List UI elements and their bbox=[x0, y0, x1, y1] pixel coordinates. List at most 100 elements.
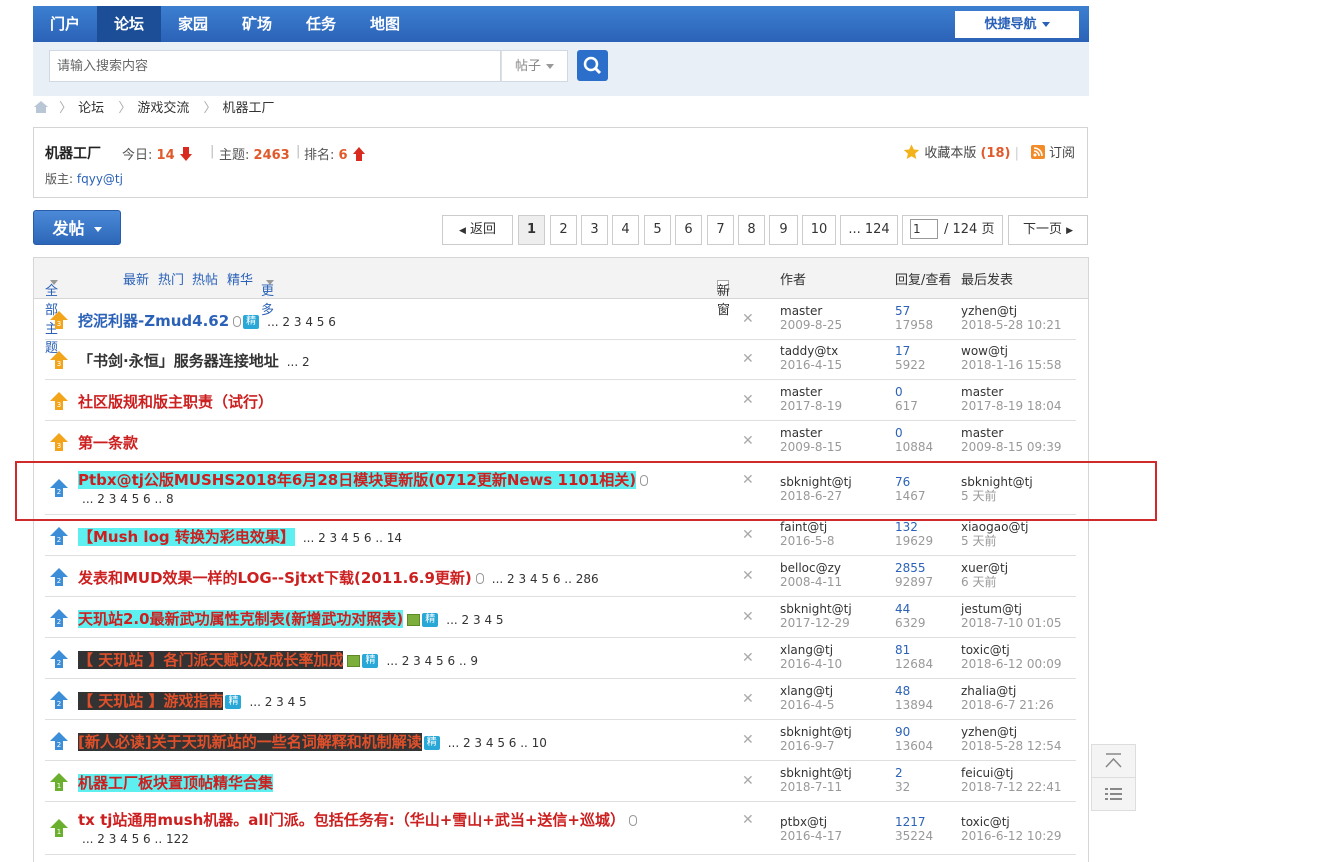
thread-author-primary[interactable]: faint@tj bbox=[780, 520, 834, 534]
thread-pages[interactable]: ... 2 bbox=[287, 355, 310, 369]
thread-author-primary[interactable]: taddy@tx bbox=[780, 344, 842, 358]
thread-pages[interactable]: ... 2 3 4 5 bbox=[249, 695, 306, 709]
thread-counts-primary[interactable]: 2 bbox=[895, 766, 910, 780]
thread-last-post-primary[interactable]: feicui@tj bbox=[961, 766, 1062, 780]
page-8[interactable]: 8 bbox=[738, 215, 765, 245]
thread-title-link[interactable]: 「书剑·永恒」服务器连接地址 bbox=[78, 352, 279, 370]
close-icon[interactable]: ✕ bbox=[742, 433, 754, 449]
thread-title-link[interactable]: [新人必读]关于天玑新站的一些名词解释和机制解读 bbox=[78, 733, 422, 751]
close-icon[interactable]: ✕ bbox=[742, 650, 754, 666]
nav-map[interactable]: 地图 bbox=[353, 6, 417, 42]
thread-title-link[interactable]: 机器工厂板块置顶帖精华合集 bbox=[78, 774, 274, 792]
table-row[interactable]: 2 【 天玑站 】各门派天赋以及成长率加成 精 ... 2 3 4 5 6 .. 9 ✕… bbox=[45, 638, 1076, 679]
close-icon[interactable]: ✕ bbox=[742, 773, 754, 789]
nav-portal[interactable]: 门户 bbox=[33, 6, 97, 42]
thread-author-primary[interactable]: sbknight@tj bbox=[780, 602, 852, 616]
thread-counts-primary[interactable]: 90 bbox=[895, 725, 933, 739]
close-icon[interactable]: ✕ bbox=[742, 568, 754, 584]
thread-author-primary[interactable]: sbknight@tj bbox=[780, 766, 852, 780]
thread-pages[interactable]: ... 2 3 4 5 6 bbox=[267, 315, 336, 329]
table-row[interactable]: 1 机器工厂板块置顶帖精华合集 ✕ sbknight@tj 2018-7-11 2 32 fe… bbox=[45, 761, 1076, 802]
table-row[interactable]: 2 【Mush log 转换为彩电效果】 ... 2 3 4 5 6 .. 14 ✕ f… bbox=[45, 515, 1076, 556]
table-row[interactable]: 2 [新人必读]关于天玑新站的一些名词解释和机制解读精 ... 2 3 4 5 6 … bbox=[45, 720, 1076, 761]
thread-counts-primary[interactable]: 132 bbox=[895, 520, 933, 534]
thread-title-link[interactable]: 【 天玑站 】游戏指南 bbox=[78, 692, 224, 710]
thread-counts-primary[interactable]: 2855 bbox=[895, 561, 933, 575]
nav-home[interactable]: 家园 bbox=[161, 6, 225, 42]
thread-title-link[interactable]: 挖泥利器-Zmud4.62 bbox=[78, 312, 229, 330]
thread-title-link[interactable]: tx tj站通用mush机器。all门派。包括任务有:（华山+雪山+武当+送信+… bbox=[78, 811, 625, 829]
table-row[interactable]: 2 【 天玑站 】游戏指南精 ... 2 3 4 5 ✕ xlang@tj 2016-4-… bbox=[45, 679, 1076, 720]
quick-nav-button[interactable]: 快捷导航 bbox=[955, 11, 1079, 38]
page-2[interactable]: 2 bbox=[550, 215, 577, 245]
page-input[interactable]: 1 bbox=[910, 219, 938, 239]
table-row[interactable]: 2 发表和MUD效果一样的LOG--Sjtxt下载(2011.6.9更新) ... … bbox=[45, 556, 1076, 597]
search-input[interactable]: 请输入搜索内容 bbox=[49, 50, 501, 82]
close-icon[interactable]: ✕ bbox=[742, 527, 754, 543]
thread-pages[interactable]: ... 2 3 4 5 bbox=[446, 613, 503, 627]
page-7[interactable]: 7 bbox=[707, 215, 734, 245]
page-1[interactable]: 1 bbox=[518, 215, 545, 245]
thread-author-primary[interactable]: xlang@tj bbox=[780, 643, 842, 657]
new-post-button[interactable]: 发帖 bbox=[33, 210, 121, 245]
nav-tasks[interactable]: 任务 bbox=[289, 6, 353, 42]
thread-counts-primary[interactable]: 48 bbox=[895, 684, 933, 698]
table-row[interactable]: 3 「书剑·永恒」服务器连接地址 ... 2 ✕ taddy@tx 2016-4-15 17… bbox=[45, 339, 1076, 380]
table-row[interactable]: 1 tx tj站通用mush机器。all门派。包括任务有:（华山+雪山+武当+送信… bbox=[45, 802, 1076, 855]
page-3[interactable]: 3 bbox=[581, 215, 608, 245]
thread-pages[interactable]: ... 2 3 4 5 6 .. 10 bbox=[448, 736, 547, 750]
close-icon[interactable]: ✕ bbox=[742, 691, 754, 707]
thread-last-post-primary[interactable]: xiaogao@tj bbox=[961, 520, 1028, 534]
breadcrumb-current[interactable]: 机器工厂 bbox=[223, 101, 275, 116]
thread-title-link[interactable]: 【Mush log 转换为彩电效果】 bbox=[78, 528, 295, 546]
close-icon[interactable]: ✕ bbox=[742, 812, 754, 828]
page-last[interactable]: ... 124 bbox=[840, 215, 898, 245]
thread-last-post-primary[interactable]: toxic@tj bbox=[961, 815, 1062, 829]
thread-author-primary[interactable]: ptbx@tj bbox=[780, 815, 842, 829]
thread-pages[interactable]: ... 2 3 4 5 6 .. 14 bbox=[303, 531, 402, 545]
thread-counts-primary[interactable]: 0 bbox=[895, 385, 918, 399]
thread-author-primary[interactable]: sbknight@tj bbox=[780, 725, 852, 739]
search-button[interactable] bbox=[577, 50, 608, 81]
thread-title-link[interactable]: 【 天玑站 】各门派天赋以及成长率加成 bbox=[78, 651, 344, 669]
nav-mine[interactable]: 矿场 bbox=[225, 6, 289, 42]
thread-title-link[interactable]: 发表和MUD效果一样的LOG--Sjtxt下载(2011.6.9更新) bbox=[78, 569, 472, 587]
moderator-link[interactable]: fqyy@tj bbox=[77, 172, 123, 186]
close-icon[interactable]: ✕ bbox=[742, 732, 754, 748]
thread-last-post-primary[interactable]: zhalia@tj bbox=[961, 684, 1054, 698]
thread-last-post-primary[interactable]: wow@tj bbox=[961, 344, 1062, 358]
table-row[interactable]: 3 挖泥利器-Zmud4.62 精 ... 2 3 4 5 6 ✕ master 2009-… bbox=[45, 299, 1076, 340]
thread-counts-primary[interactable]: 0 bbox=[895, 426, 933, 440]
close-icon[interactable]: ✕ bbox=[742, 351, 754, 367]
thread-counts-primary[interactable]: 44 bbox=[895, 602, 926, 616]
home-icon[interactable] bbox=[33, 100, 49, 114]
thread-pages[interactable]: ... 2 3 4 5 6 .. 9 bbox=[386, 654, 478, 668]
thread-last-post-primary[interactable]: jestum@tj bbox=[961, 602, 1062, 616]
filter-hot[interactable]: 热门 bbox=[158, 269, 184, 288]
close-icon[interactable]: ✕ bbox=[742, 392, 754, 408]
filter-digest[interactable]: 精华 bbox=[227, 269, 253, 288]
breadcrumb-forum[interactable]: 论坛 bbox=[78, 101, 104, 116]
nav-forum[interactable]: 论坛 bbox=[97, 6, 161, 42]
thread-last-post-primary[interactable]: toxic@tj bbox=[961, 643, 1062, 657]
thread-counts-primary[interactable]: 1217 bbox=[895, 815, 933, 829]
favorite-forum[interactable]: 收藏本版 (18) | bbox=[903, 142, 1019, 161]
table-row[interactable]: 2 天玑站2.0最新武功属性克制表(新增武功对照表) 精 ... 2 3 4 5 ✕ sb… bbox=[45, 597, 1076, 638]
thread-pages[interactable]: ... 2 3 4 5 6 .. 122 bbox=[82, 832, 189, 846]
thread-title-link[interactable]: 天玑站2.0最新武功属性克制表(新增武功对照表) bbox=[78, 610, 404, 628]
thread-pages[interactable]: ... 2 3 4 5 6 .. 286 bbox=[492, 572, 599, 586]
breadcrumb-game[interactable]: 游戏交流 bbox=[137, 101, 189, 116]
thread-author-primary[interactable]: master bbox=[780, 426, 842, 440]
close-icon[interactable]: ✕ bbox=[742, 609, 754, 625]
thread-author-primary[interactable]: master bbox=[780, 385, 842, 399]
search-type-select[interactable]: 帖子 bbox=[501, 50, 568, 82]
page-9[interactable]: 9 bbox=[769, 215, 798, 245]
close-icon[interactable]: ✕ bbox=[742, 311, 754, 327]
filter-latest[interactable]: 最新 bbox=[123, 269, 149, 288]
page-10[interactable]: 10 bbox=[802, 215, 836, 245]
thread-counts-primary[interactable]: 57 bbox=[895, 304, 933, 318]
thread-last-post-primary[interactable]: master bbox=[961, 385, 1062, 399]
back-to-top-button[interactable] bbox=[1091, 744, 1136, 778]
thread-last-post-primary[interactable]: yzhen@tj bbox=[961, 304, 1062, 318]
thread-last-post-primary[interactable]: master bbox=[961, 426, 1062, 440]
